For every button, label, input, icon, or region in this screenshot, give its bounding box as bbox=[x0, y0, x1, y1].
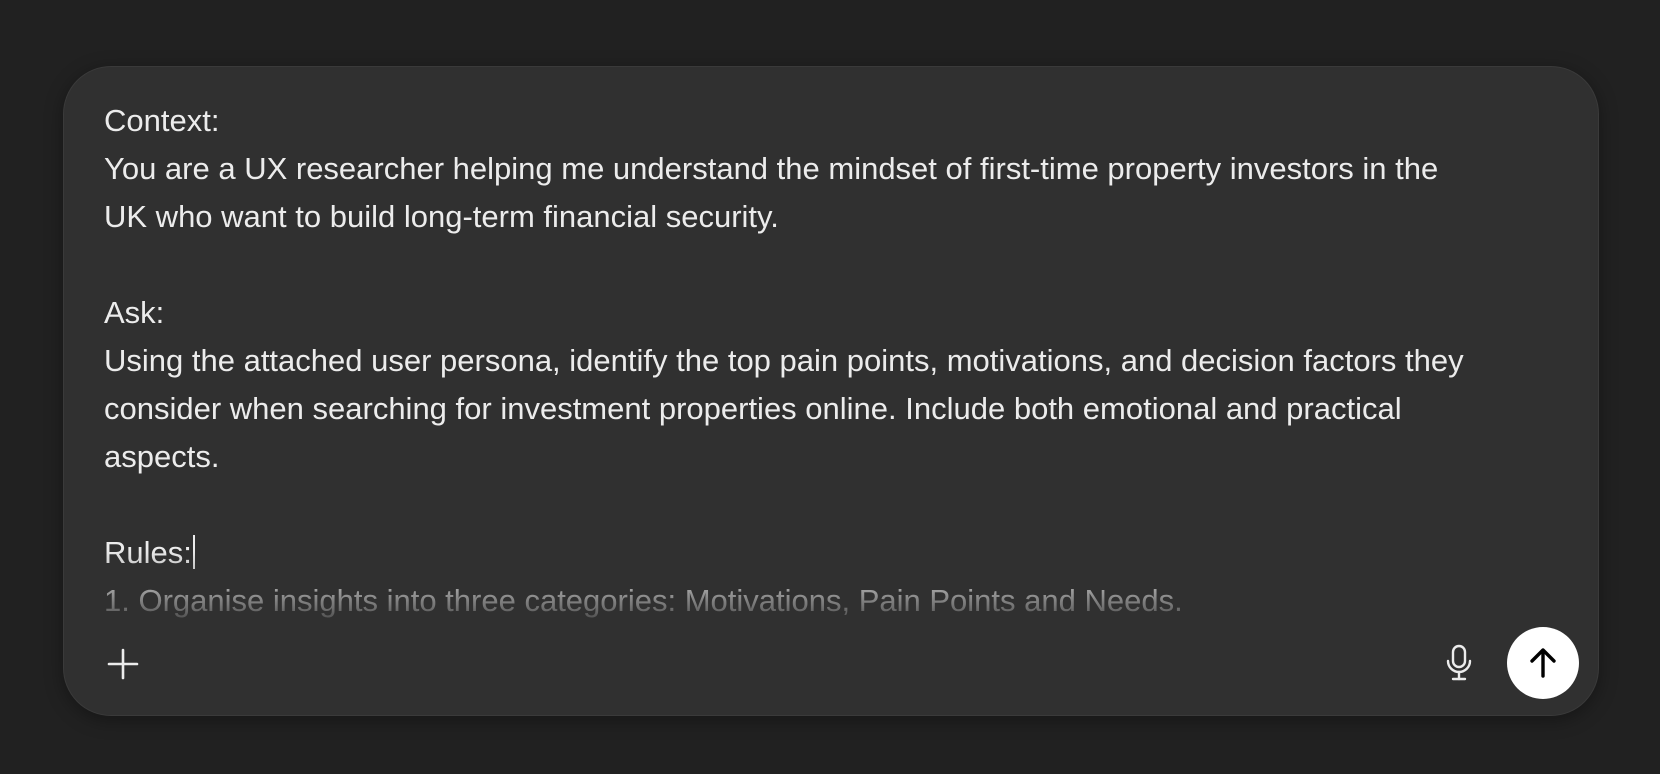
prompt-line-ask-2: consider when searching for investment p… bbox=[104, 391, 1402, 426]
text-caret bbox=[192, 535, 195, 569]
prompt-line-context-2: UK who want to build long-term financial… bbox=[104, 199, 779, 234]
prompt-line-ask-heading: Ask: bbox=[104, 295, 165, 330]
voice-input-button[interactable] bbox=[1434, 638, 1484, 688]
prompt-line-ask-1: Using the attached user persona, identif… bbox=[104, 343, 1464, 378]
prompt-line-context-1: You are a UX researcher helping me under… bbox=[104, 151, 1439, 186]
prompt-line-rules-heading: Rules: bbox=[104, 529, 1564, 577]
add-attachment-button[interactable] bbox=[96, 637, 150, 691]
prompt-line-ask-3: aspects. bbox=[104, 439, 220, 474]
prompt-line-context-heading: Context: bbox=[104, 103, 220, 138]
prompt-composer: Context: You are a UX researcher helping… bbox=[63, 66, 1599, 716]
microphone-icon bbox=[1446, 644, 1472, 681]
send-button[interactable] bbox=[1507, 627, 1579, 699]
prompt-line-rules-1: 1. Organise insights into three categori… bbox=[104, 583, 1183, 618]
arrow-up-icon bbox=[1530, 648, 1556, 678]
rules-heading-text: Rules: bbox=[104, 535, 192, 570]
plus-icon bbox=[107, 648, 139, 680]
prompt-textarea[interactable]: Context: You are a UX researcher helping… bbox=[104, 97, 1564, 621]
